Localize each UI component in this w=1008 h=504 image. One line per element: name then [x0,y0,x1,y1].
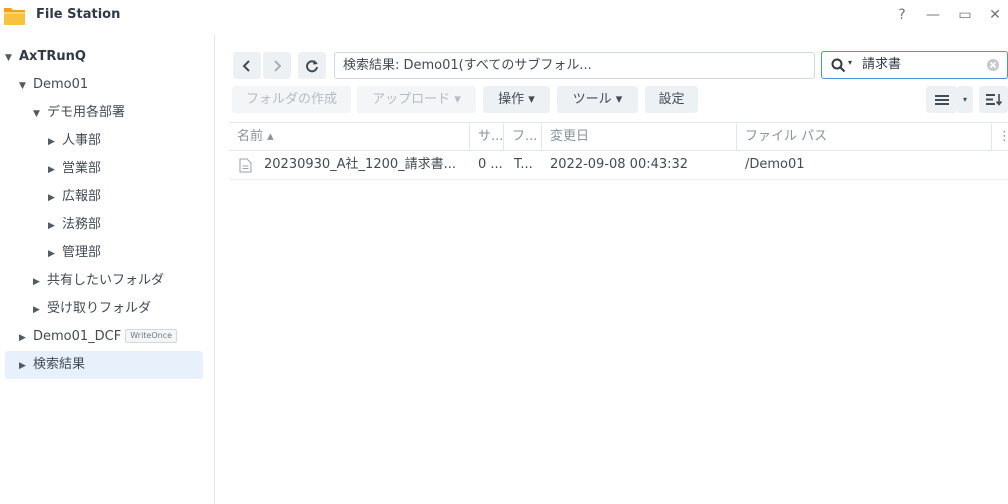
file-type: T... [514,157,533,172]
tree-item-label: 共有したいフォルダ [47,273,165,288]
tree-item-label: 営業部 [62,161,102,176]
search-icon[interactable] [831,58,846,73]
expand-arrow-icon[interactable]: ▶ [19,325,33,351]
expand-arrow-icon[interactable]: ▶ [48,213,62,239]
tree-item-legal[interactable]: ▶ 法務部 [48,212,101,238]
refresh-icon [306,59,318,72]
tree-item-label: 広報部 [62,189,102,204]
file-size: 0 ... [478,157,503,172]
tree-item-label: 法務部 [62,217,102,232]
document-icon [239,158,252,173]
tree-item-label: Demo01 [33,77,89,92]
tree-item-label: AxTRunQ [19,49,86,64]
column-header-modified[interactable]: 変更日 [542,123,737,151]
sort-icon [985,94,1002,106]
expand-arrow-icon[interactable]: ▶ [33,269,47,295]
file-name: 20230930_A社_1200_請求書... [264,157,457,172]
clear-search-icon[interactable] [986,58,1000,72]
list-view-icon [934,94,949,105]
folder-tree: ▼ AxTRunQ ▼ Demo01 ▼ デモ用各部署 ▶ 人事部 ▶ 営業部 ▶ 広報部 … [0,35,215,504]
column-header-size[interactable]: サ... [470,123,504,151]
close-icon[interactable]: ✕ [986,6,1004,24]
tree-item-label: 人事部 [62,133,102,148]
column-header-name[interactable]: 名前 ▴ [229,123,470,151]
back-button[interactable] [233,52,261,79]
tree-item-receive[interactable]: ▶ 受け取りフォルダ [33,296,151,322]
help-icon[interactable]: ? [893,6,911,24]
forward-button[interactable] [263,52,291,79]
expand-arrow-icon[interactable]: ▶ [33,297,47,323]
refresh-button[interactable] [298,52,326,79]
settings-button[interactable]: 設定 [645,86,698,113]
minimize-icon[interactable]: — [924,6,942,24]
tree-item-demo01-dcf[interactable]: ▶ Demo01_DCF WriteOnce [19,324,178,351]
expand-arrow-icon[interactable]: ▶ [48,157,62,183]
create-folder-button[interactable]: フォルダの作成 [232,86,351,113]
sort-button[interactable] [979,86,1008,113]
expand-arrow-icon[interactable]: ▶ [48,241,62,267]
tree-item-label: デモ用各部署 [47,105,126,120]
search-field[interactable]: ▾ 請求書 [821,51,1008,79]
file-path: /Demo01 [745,157,805,172]
file-list-header: 名前 ▴ サ... フ... 変更日 ファイル パス ⋮ [229,122,1008,151]
expand-arrow-icon[interactable]: ▶ [48,185,62,211]
writeonce-badge: WriteOnce [125,329,178,343]
column-header-path[interactable]: ファイル パス [737,123,992,151]
tree-item-hr[interactable]: ▶ 人事部 [48,128,101,154]
table-row[interactable]: 20230930_A社_1200_請求書... 0 ... T... 2022-… [229,151,1008,180]
tree-item-label: Demo01_DCF [33,329,122,344]
expand-arrow-icon[interactable]: ▶ [19,352,33,380]
tree-item-shared[interactable]: ▶ 共有したいフォルダ [33,268,164,294]
tree-item-sales[interactable]: ▶ 営業部 [48,156,101,182]
tree-item-label: 管理部 [62,245,102,260]
file-modified: 2022-09-08 00:43:32 [550,157,689,172]
tree-item-root[interactable]: ▼ AxTRunQ [5,44,86,70]
window-title: File Station [36,7,121,22]
upload-button[interactable]: アップロード ▾ [357,86,476,113]
tree-item-search-results[interactable]: ▶ 検索結果 [5,351,203,379]
tree-item-label: 受け取りフォルダ [47,301,152,316]
search-options-caret-icon[interactable]: ▾ [848,58,852,67]
column-options-icon[interactable]: ⋮ [998,123,1008,150]
column-header-type[interactable]: フ... [504,123,542,151]
maximize-icon[interactable]: ▭ [956,6,974,24]
tree-item-pr[interactable]: ▶ 広報部 [48,184,101,210]
expand-arrow-icon[interactable]: ▼ [19,73,33,99]
expand-arrow-icon[interactable]: ▶ [48,129,62,155]
tree-item-label: 検索結果 [33,357,86,372]
tree-item-demo01[interactable]: ▼ Demo01 [19,72,88,98]
list-view-button[interactable] [926,86,957,113]
expand-arrow-icon[interactable]: ▼ [33,101,47,127]
tools-menu-button[interactable]: ツール ▾ [557,86,638,113]
chevron-left-icon [242,59,250,72]
title-bar: File Station ? — ▭ ✕ [0,0,1008,33]
path-field[interactable]: 検索結果: Demo01(すべてのサブフォル... [334,52,815,79]
chevron-right-icon [274,59,282,72]
folder-app-icon [4,8,25,25]
expand-arrow-icon[interactable]: ▼ [5,45,19,71]
tree-item-departments[interactable]: ▼ デモ用各部署 [33,100,125,126]
view-options-dropdown[interactable]: ▾ [957,86,973,113]
action-menu-button[interactable]: 操作 ▾ [483,86,550,113]
tree-item-admin[interactable]: ▶ 管理部 [48,240,101,266]
chevron-down-icon: ▾ [962,95,967,104]
search-input[interactable]: 請求書 [862,52,901,78]
